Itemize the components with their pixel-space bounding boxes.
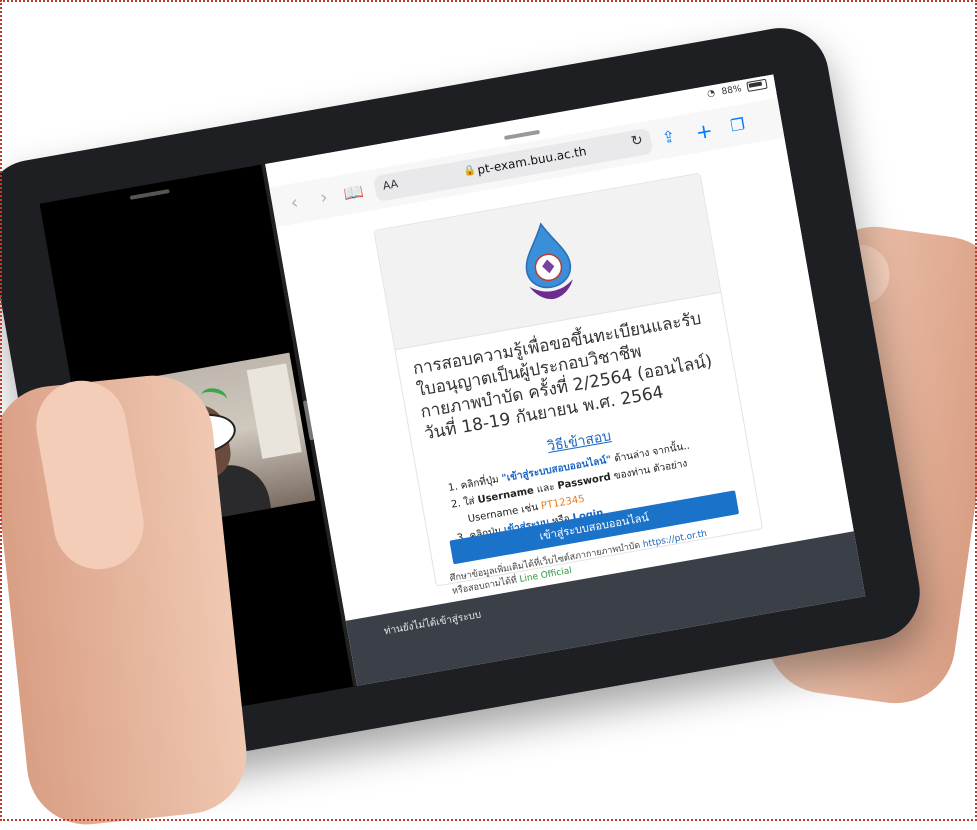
page-content: การสอบความรู้เพื่อขอขึ้นทะเบียนและรับใบอ… [276, 137, 866, 686]
battery-percent: 88% [720, 83, 743, 97]
safari-pane: ◔ 88% ‹ › 📖 AA 🔒 pt-exam.buu.ac.th ↻ ⇪ +… [265, 74, 866, 686]
battery-fill [748, 81, 763, 88]
url-text[interactable]: pt-exam.buu.ac.th [476, 144, 587, 177]
wifi-icon: ◔ [706, 88, 716, 100]
step-text: และ [532, 481, 559, 497]
share-icon[interactable]: ⇪ [657, 124, 681, 151]
reload-icon[interactable]: ↻ [630, 132, 644, 150]
battery-icon [746, 78, 768, 93]
status-indicators: ◔ 88% [706, 78, 768, 100]
step-number: 1. [447, 481, 459, 494]
lock-icon: 🔒 [462, 164, 477, 178]
not-logged-in-text: ท่านยังไม่ได้เข้าสู่ระบบ [383, 609, 483, 638]
text-size-button[interactable]: AA [382, 177, 399, 192]
tabs-overview-icon[interactable]: ❐ [726, 112, 750, 139]
exam-login-card: การสอบความรู้เพื่อขอขึ้นทะเบียนและรับใบอ… [373, 172, 764, 597]
back-button[interactable]: ‹ [283, 190, 307, 217]
step-number: 2. [450, 498, 462, 511]
bookmarks-icon[interactable]: 📖 [342, 179, 366, 206]
background-shelf [246, 363, 302, 459]
new-tab-icon[interactable]: + [692, 118, 716, 145]
council-logo [525, 222, 573, 300]
council-website-link[interactable]: https://pt.or.th [642, 529, 708, 550]
photo-scene: ◔ 88% ‹ › 📖 AA 🔒 pt-exam.buu.ac.th ↻ ⇪ +… [0, 0, 977, 830]
forward-button[interactable]: › [312, 185, 336, 212]
pane-handle[interactable] [129, 189, 170, 200]
